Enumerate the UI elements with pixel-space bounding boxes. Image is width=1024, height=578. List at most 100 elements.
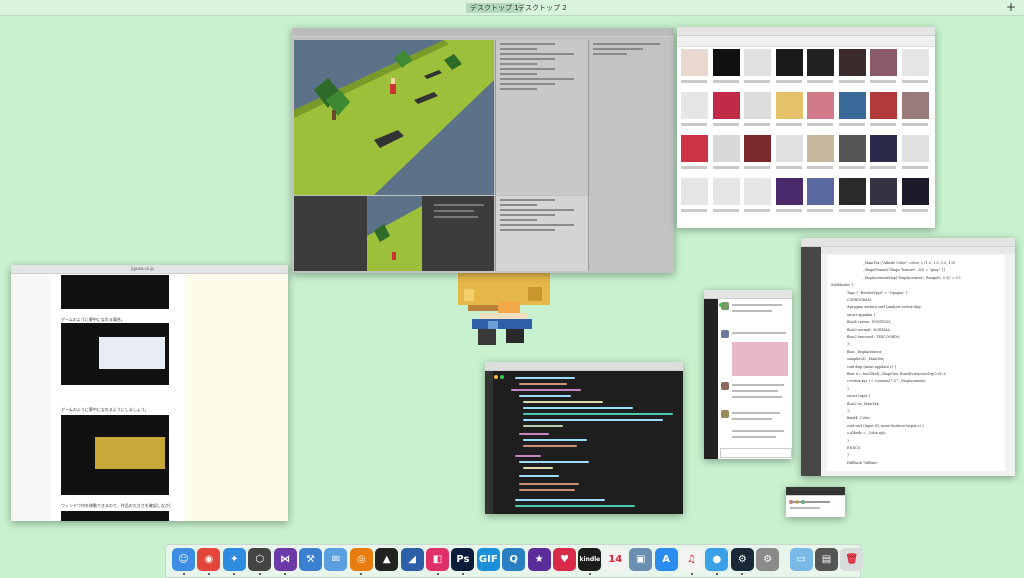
album-cover[interactable] (681, 135, 708, 162)
add-space-button[interactable]: + (1006, 0, 1016, 15)
shader-code-line: float2 texcoord : TEXCOORD0; (847, 335, 901, 339)
imovie-icon[interactable]: ★ (527, 548, 551, 571)
album-cover[interactable] (901, 49, 929, 76)
quicktime-icon[interactable]: Q (502, 548, 526, 571)
shader-code-line: void surf (Input IN, inout SurfaceOutput… (847, 423, 925, 428)
safari-titlebar[interactable]: jigsaw.co.jp (11, 265, 288, 282)
chat-input[interactable] (720, 448, 792, 458)
running-indicator (233, 573, 236, 575)
album-cover[interactable] (870, 178, 897, 205)
unity-game-view[interactable] (294, 196, 494, 271)
app-store-icon[interactable]: A (654, 548, 678, 571)
album-cover[interactable] (807, 178, 834, 205)
small-utility-window[interactable] (786, 487, 845, 517)
vscode-activity-bar[interactable] (485, 371, 493, 514)
album-cover[interactable] (681, 178, 708, 205)
album-cover[interactable] (775, 49, 803, 76)
preview-icon[interactable]: ▣ (629, 548, 653, 571)
album-cover[interactable] (901, 135, 929, 162)
space-tab-desktop-2[interactable]: デスクトップ 2 (514, 3, 571, 13)
album-cover[interactable] (838, 92, 866, 119)
album-cover[interactable] (681, 92, 708, 119)
document-sidebar[interactable] (801, 247, 821, 476)
unity-project-panel[interactable] (495, 196, 588, 271)
safari-window[interactable]: jigsaw.co.jp ゲームのように夢中になれる場合。 ゲームのように夢中に… (11, 265, 288, 521)
tweetbot-icon[interactable]: ● (705, 548, 729, 571)
shader-code-line: }; (847, 409, 851, 413)
album-cover[interactable] (870, 92, 897, 119)
music-icon[interactable]: ♫ (680, 548, 703, 571)
documents-stack-icon[interactable]: ▤ (815, 548, 838, 571)
photoshop-icon[interactable]: Ps (451, 548, 475, 571)
album-cover[interactable] (838, 49, 866, 76)
finder-icon[interactable]: ☺ (172, 548, 195, 571)
article-screenshot (61, 511, 169, 521)
calendar-icon[interactable]: 14 (603, 548, 627, 571)
shader-code-line: fixed4 _Color; (847, 416, 871, 421)
vscode-window[interactable] (485, 362, 683, 514)
album-cover[interactable] (870, 49, 897, 76)
running-indicator (741, 573, 744, 575)
album-cover[interactable] (807, 49, 834, 76)
code-editor[interactable] (493, 371, 683, 514)
visual-studio-icon[interactable]: ⋈ (273, 548, 297, 571)
shader-document-window[interactable]: _MainTex ("Albedo Color", color) = (1.0,… (801, 238, 1015, 476)
shader-code-line: float3 normal : NORMAL; (847, 327, 892, 332)
downloads-folder-icon[interactable]: ▭ (789, 548, 813, 571)
affinity-icon[interactable]: ◢ (400, 548, 424, 571)
album-cover[interactable] (712, 92, 740, 119)
system-prefs-icon[interactable]: ⚙ (756, 548, 780, 571)
album-cover[interactable] (807, 92, 834, 119)
inkscape-icon[interactable]: ▲ (375, 548, 399, 571)
chat-window[interactable] (704, 290, 792, 459)
avatar (721, 302, 729, 310)
album-cover[interactable] (775, 135, 803, 162)
album-cover[interactable] (838, 178, 866, 205)
mail-icon[interactable]: ✉ (324, 548, 348, 571)
kindle-icon[interactable]: kindle (578, 548, 602, 571)
album-cover[interactable] (681, 49, 708, 76)
album-cover[interactable] (838, 135, 866, 162)
safari-icon[interactable]: ✦ (222, 548, 246, 571)
xcode-icon[interactable]: ⚒ (299, 548, 322, 571)
album-cover[interactable] (775, 178, 803, 205)
chrome-icon[interactable]: ◉ (197, 548, 221, 571)
itunes-titlebar[interactable] (677, 27, 935, 44)
small-window-titlebar[interactable] (786, 487, 845, 504)
gif-icon[interactable]: GIF (476, 548, 500, 571)
address-bar[interactable]: jigsaw.co.jp (131, 266, 154, 271)
album-cover[interactable] (712, 178, 740, 205)
unity-icon[interactable]: ⬡ (248, 548, 272, 571)
vscode-titlebar[interactable] (485, 362, 683, 379)
album-caption (807, 209, 833, 212)
album-cover[interactable] (775, 92, 803, 119)
document-titlebar[interactable] (801, 238, 1015, 255)
chat-titlebar[interactable] (704, 290, 792, 307)
unity-editor-window[interactable] (292, 28, 674, 273)
unity-inspector-panel[interactable] (588, 40, 673, 271)
unity-hierarchy-panel[interactable] (495, 40, 588, 195)
album-cover[interactable] (901, 178, 929, 205)
chat-sidebar[interactable] (704, 299, 718, 459)
inspector-icon[interactable]: ◧ (426, 548, 449, 571)
itunes-window[interactable] (677, 27, 935, 228)
lips-icon[interactable]: ♥ (553, 548, 576, 571)
scene-terrain (294, 40, 494, 195)
shader-code-line: float d = tex2Dlod(_ShapeTex, float4(v.t… (847, 372, 947, 376)
album-cover[interactable] (901, 92, 929, 119)
album-cover[interactable] (807, 135, 834, 162)
album-cover[interactable] (744, 178, 771, 205)
unity-scene-view[interactable] (294, 40, 494, 195)
blender-icon[interactable]: ◎ (349, 548, 373, 571)
unity-titlebar[interactable] (292, 28, 674, 45)
album-cover[interactable] (744, 92, 771, 119)
album-cover[interactable] (870, 135, 897, 162)
album-cover[interactable] (744, 135, 771, 162)
album-cover[interactable] (712, 49, 740, 76)
steam-icon[interactable]: ⚙ (730, 548, 754, 571)
trash-icon[interactable]: 🗑 (840, 548, 864, 571)
album-cover[interactable] (744, 49, 771, 76)
album-caption (838, 209, 865, 212)
album-caption (870, 80, 896, 83)
album-cover[interactable] (712, 135, 740, 162)
